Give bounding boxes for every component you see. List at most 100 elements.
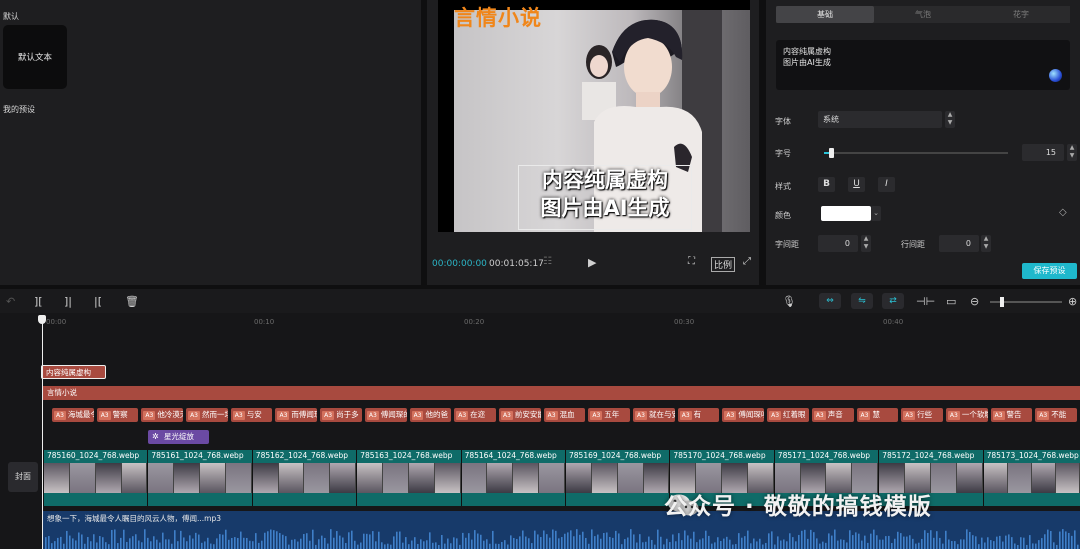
subtitle-clip[interactable]: A3海城最令人闻 xyxy=(52,408,94,422)
subtitle-clip[interactable]: A3而傅闻琛 xyxy=(275,408,318,422)
audio-waveform xyxy=(45,529,1079,549)
subtitle-clip[interactable]: A3 有 xyxy=(677,408,720,422)
subtitle-clip[interactable]: A3 在迩 xyxy=(454,408,496,422)
play-icon[interactable]: ▶ xyxy=(588,256,596,269)
subtitle-clip[interactable]: A3傅闻琛听 xyxy=(722,408,765,422)
video-clip[interactable]: 785160_1024_768.webp xyxy=(43,450,148,506)
preview-canvas[interactable]: 言情小说 内容纯属虚构 图片由AI生成 xyxy=(438,0,750,232)
waveform-bar xyxy=(537,534,539,549)
ratio-button[interactable]: 比例 xyxy=(711,257,736,272)
zoom-slider[interactable] xyxy=(990,297,1062,307)
subtitle-clip[interactable]: A3 五年 xyxy=(588,408,631,422)
tab-fancy-text[interactable]: 花字 xyxy=(972,6,1070,23)
letter-spacing-input[interactable]: 0 xyxy=(818,235,858,252)
split-right-icon[interactable]: |[ xyxy=(94,295,102,308)
video-clip[interactable]: 785173_1024_768.webp xyxy=(982,450,1080,506)
zoom-slider-knob[interactable] xyxy=(1000,297,1004,307)
tab-basic[interactable]: 基础 xyxy=(776,6,874,23)
waveform-bar xyxy=(312,529,314,549)
subtitle-clip[interactable]: A3然而一场意外过 xyxy=(186,408,228,422)
ai-orb-icon[interactable] xyxy=(1049,69,1062,82)
waveform-bar xyxy=(621,544,623,549)
subtitle-clip[interactable]: A3 声音 xyxy=(811,408,854,422)
magnet-toggle-icon[interactable]: ⇔ xyxy=(819,293,841,309)
align-icon[interactable]: ⊣⊢ xyxy=(916,295,935,308)
subtitle-clip[interactable]: A3 尚于多 xyxy=(320,408,362,422)
waveform-bar xyxy=(792,537,794,549)
undo-icon[interactable]: ↶ xyxy=(6,295,15,308)
grid-icon[interactable]: ☷ xyxy=(543,256,552,267)
video-clip[interactable]: 785163_1024_768.webp xyxy=(356,450,461,506)
text-overlay-box[interactable]: 内容纯属虚构 图片由AI生成 xyxy=(518,165,692,230)
subtitle-clip[interactable]: A3一个软糯的 xyxy=(945,408,988,422)
title-text-track[interactable]: 言情小说 xyxy=(43,386,1080,400)
line-spacing-stepper-icon[interactable]: ▲ ▼ xyxy=(981,235,991,252)
underline-button[interactable]: U xyxy=(848,177,865,192)
subtitle-clip[interactable]: A3 红着眼 xyxy=(767,408,809,422)
effect-clip[interactable]: ✲ 星光绽放 xyxy=(148,430,209,444)
waveform-bar xyxy=(804,529,806,549)
microphone-icon[interactable]: 🎙 xyxy=(782,295,796,308)
waveform-bar xyxy=(849,530,851,549)
line-spacing-input[interactable]: 0 xyxy=(939,235,979,252)
color-swatch[interactable] xyxy=(821,206,871,221)
link-toggle-icon[interactable]: ⇋ xyxy=(851,293,873,309)
video-clip[interactable]: 785164_1024_768.webp xyxy=(460,450,565,506)
text-presets-panel: 默认 默认文本 我的预设 xyxy=(0,0,421,285)
subtitle-clip[interactable]: A3 混血 xyxy=(543,408,586,422)
text-content-input[interactable]: 内容纯属虚构 图片由AI生成 xyxy=(776,40,1070,90)
subtitle-clip[interactable]: A3 行些 xyxy=(901,408,943,422)
split-icon[interactable]: ][ xyxy=(34,295,43,308)
zoom-out-icon[interactable]: ⊖ xyxy=(970,295,979,308)
waveform-bar xyxy=(813,532,815,549)
video-clip[interactable]: 785169_1024_768.webp xyxy=(565,450,670,506)
cover-button[interactable]: 封面 xyxy=(8,462,38,492)
preview-axis-toggle-icon[interactable]: ⇄ xyxy=(882,293,904,309)
fit-screen-icon[interactable]: ⛶ xyxy=(688,256,695,267)
video-clip[interactable]: 785162_1024_768.webp xyxy=(251,450,357,506)
waveform-bar xyxy=(882,539,884,549)
tab-bubble[interactable]: 气泡 xyxy=(874,6,972,23)
letter-spacing-stepper-icon[interactable]: ▲ ▼ xyxy=(861,235,871,252)
caption-icon[interactable]: ▭ xyxy=(946,295,956,308)
waveform-bar xyxy=(150,541,152,549)
video-clip[interactable]: 785161_1024_768.webp xyxy=(147,450,252,506)
delete-icon[interactable]: 🗑 xyxy=(125,295,139,308)
tick-label: 00:10 xyxy=(254,318,275,326)
waveform-bar xyxy=(975,536,977,549)
font-select-chevron-icon[interactable]: ▲ ▼ xyxy=(945,111,955,128)
bold-button[interactable]: B xyxy=(818,177,835,192)
waveform-bar xyxy=(444,543,446,549)
zoom-in-icon[interactable]: ⊕ xyxy=(1068,295,1077,308)
font-select[interactable]: 系统 xyxy=(818,111,942,128)
waveform-bar xyxy=(129,538,131,549)
size-stepper-icon[interactable]: ▲ ▼ xyxy=(1067,144,1077,161)
subtitle-clip[interactable]: A3他冷漠天才 xyxy=(141,408,184,422)
subtitle-clip[interactable]: A3 与安 xyxy=(230,408,273,422)
subtitle-clip[interactable]: A3 警告 xyxy=(990,408,1033,422)
subtitle-clip[interactable]: A3 慧 xyxy=(856,408,899,422)
subtitle-clip[interactable]: A3就在与安 xyxy=(633,408,675,422)
fullscreen-icon[interactable]: ⤢ xyxy=(743,256,751,267)
size-slider-knob[interactable] xyxy=(829,148,834,158)
playhead-handle[interactable] xyxy=(38,315,46,324)
default-text-preset[interactable]: 默认文本 xyxy=(3,25,67,89)
waveform-bar xyxy=(969,531,971,549)
save-preset-button[interactable]: 保存预设 xyxy=(1022,263,1077,279)
subtitle-clip[interactable]: A3 不能 xyxy=(1035,408,1077,422)
subtitle-clip[interactable]: A3 他的爸 xyxy=(409,408,452,422)
color-dropdown-icon[interactable]: ⌄ xyxy=(871,206,881,221)
italic-button[interactable]: I xyxy=(878,177,895,192)
waveform-bar xyxy=(780,540,782,549)
split-left-icon[interactable]: ]| xyxy=(64,295,72,308)
subtitle-clip[interactable]: A3 警察 xyxy=(96,408,139,422)
waveform-bar xyxy=(267,531,269,549)
size-input[interactable]: 15 xyxy=(1022,144,1064,161)
keyframe-diamond-icon[interactable]: ◇ xyxy=(1059,207,1067,218)
subtitle-clip[interactable]: A3傅闻琛的 xyxy=(364,408,407,422)
subtitle-clip[interactable]: A3前安安能 xyxy=(498,408,541,422)
text-clip[interactable]: 内容纯属虚构 xyxy=(41,365,106,379)
waveform-bar xyxy=(474,530,476,549)
playhead[interactable] xyxy=(38,315,46,549)
size-slider[interactable] xyxy=(824,148,1008,158)
